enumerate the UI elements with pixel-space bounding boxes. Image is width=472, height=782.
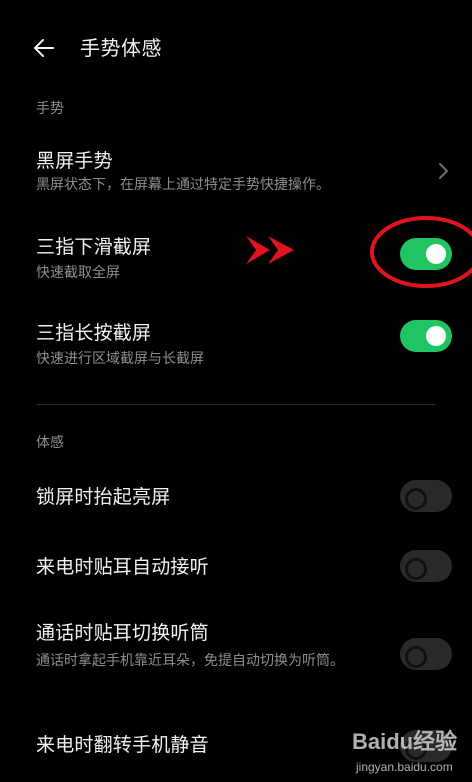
annotation-circle-icon (370, 216, 472, 288)
section-title-motion: 体感 (36, 435, 64, 451)
toggle-knob (405, 646, 427, 668)
toggle-knob (405, 488, 427, 510)
item-subtitle: 快速进行区域截屏与长截屏 (36, 351, 204, 367)
header-bar: 手势体感 (0, 0, 472, 100)
arrow-left-icon (34, 39, 54, 57)
watermark-brand: Baidu经验 (352, 729, 458, 754)
item-title: 通话时贴耳切换听筒 (36, 622, 209, 644)
three-finger-press-toggle[interactable] (400, 320, 452, 352)
item-subtitle: 通话时拿起手机靠近耳朵，免提自动切换为听筒。 (36, 653, 344, 669)
item-subtitle: 黑屏状态下，在屏幕上通过特定手势快捷操作。 (36, 177, 330, 193)
switch-earpiece-toggle[interactable] (400, 638, 452, 670)
baidu-watermark: Baidu经验 jingyan.baidu.com (352, 722, 472, 782)
section-divider (36, 404, 436, 405)
chevron-right-icon (439, 163, 448, 179)
list-item-raise-to-wake: 锁屏时抬起亮屏 (0, 480, 472, 520)
list-item-three-finger-press: 三指长按截屏 快速进行区域截屏与长截屏 (0, 316, 472, 380)
item-title: 锁屏时抬起亮屏 (36, 486, 171, 508)
toggle-knob (426, 326, 446, 346)
item-subtitle: 快速截取全屏 (36, 265, 120, 281)
back-button[interactable] (30, 34, 58, 62)
auto-answer-toggle[interactable] (400, 550, 452, 582)
item-title: 三指长按截屏 (36, 322, 152, 344)
section-title-gesture: 手势 (36, 101, 64, 117)
toggle-knob (405, 558, 427, 580)
list-item-auto-answer: 来电时贴耳自动接听 (0, 550, 472, 590)
list-item-switch-earpiece: 通话时贴耳切换听筒 通话时拿起手机靠近耳朵，免提自动切换为听筒。 (0, 616, 472, 700)
item-title: 来电时贴耳自动接听 (36, 556, 209, 578)
item-title: 三指下滑截屏 (36, 236, 152, 258)
raise-to-wake-toggle[interactable] (400, 480, 452, 512)
item-title: 来电时翻转手机静音 (36, 734, 209, 756)
list-item-screen-off-gesture[interactable]: 黑屏手势 黑屏状态下，在屏幕上通过特定手势快捷操作。 (0, 140, 472, 204)
page-title: 手势体感 (80, 36, 162, 60)
annotation-arrows-icon (246, 236, 294, 264)
item-title: 黑屏手势 (36, 150, 113, 172)
watermark-site: jingyan.baidu.com (356, 760, 453, 774)
